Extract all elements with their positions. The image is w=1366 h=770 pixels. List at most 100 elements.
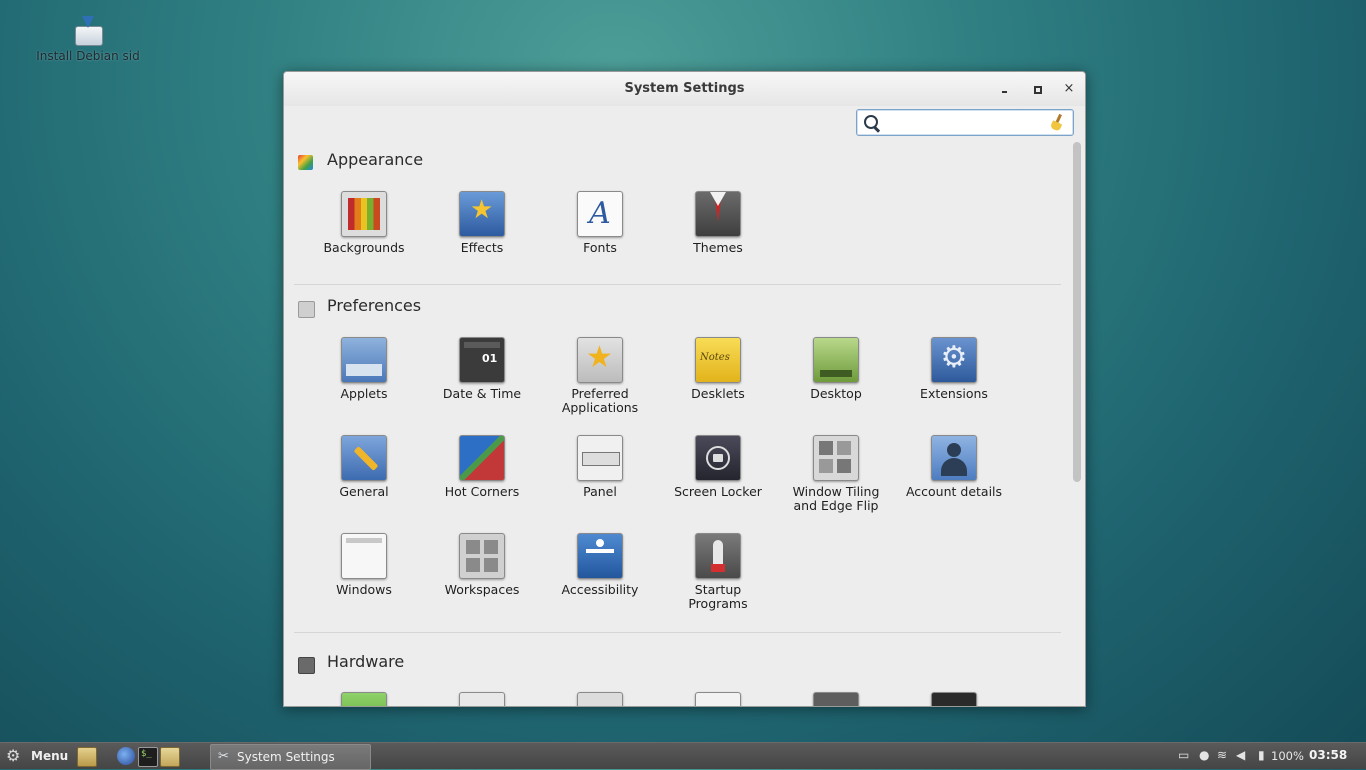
fonts-icon xyxy=(577,191,623,237)
settings-content: Appearance Backgrounds Effects Fonts The… xyxy=(284,138,1070,706)
themes-icon xyxy=(695,191,741,237)
item-date-time[interactable]: Date & Time xyxy=(423,337,541,401)
show-desktop-icon[interactable] xyxy=(77,747,97,767)
item-label: Startup Programs xyxy=(688,582,748,611)
search-icon xyxy=(864,115,878,129)
item-label: Window Tiling and Edge Flip xyxy=(792,484,880,513)
appearance-icon xyxy=(298,155,313,170)
item-label: Desklets xyxy=(691,386,745,401)
item-label: General xyxy=(339,484,389,499)
install-drive-icon xyxy=(72,16,104,46)
item-account-details[interactable]: Account details xyxy=(895,435,1013,499)
item-windows[interactable]: Windows xyxy=(305,533,423,597)
item-preferred-applications[interactable]: Preferred Applications xyxy=(541,337,659,415)
desktop-icon-label: Install Debian sid xyxy=(36,49,140,63)
minimize-button[interactable] xyxy=(996,80,1014,98)
item-hardware-6[interactable] xyxy=(895,692,1013,706)
item-workspaces[interactable]: Workspaces xyxy=(423,533,541,597)
task-label: System Settings xyxy=(237,750,335,764)
browser-launcher-icon[interactable] xyxy=(117,747,135,765)
hardware-item-icon xyxy=(341,692,387,706)
backgrounds-icon xyxy=(341,191,387,237)
wrench-icon xyxy=(341,435,387,481)
content-scrollbar[interactable] xyxy=(1073,142,1081,482)
user-icon xyxy=(931,435,977,481)
item-label: Date & Time xyxy=(442,386,522,401)
item-hardware-1[interactable] xyxy=(305,692,423,706)
tray-volume-icon[interactable]: ◀ xyxy=(1236,748,1245,762)
item-label: Themes xyxy=(693,240,743,255)
item-window-tiling[interactable]: Window Tiling and Edge Flip xyxy=(777,435,895,513)
preferences-icon xyxy=(298,301,315,318)
item-backgrounds[interactable]: Backgrounds xyxy=(305,191,423,255)
tiling-icon xyxy=(813,435,859,481)
tray-user-icon[interactable]: ● xyxy=(1199,748,1209,762)
item-hardware-5[interactable] xyxy=(777,692,895,706)
item-label: Effects xyxy=(460,240,504,255)
terminal-launcher-icon[interactable] xyxy=(138,747,158,767)
network-icon xyxy=(813,692,859,706)
desktop-icon-install-debian[interactable]: Install Debian sid xyxy=(30,16,146,63)
tray-battery-icon[interactable]: ▮ xyxy=(1258,748,1265,762)
item-extensions[interactable]: Extensions xyxy=(895,337,1013,401)
star-icon xyxy=(577,337,623,383)
item-desktop[interactable]: Desktop xyxy=(777,337,895,401)
item-label: Windows xyxy=(336,582,392,597)
item-hardware-3[interactable] xyxy=(541,692,659,706)
calendar-icon xyxy=(459,337,505,383)
item-hot-corners[interactable]: Hot Corners xyxy=(423,435,541,499)
item-accessibility[interactable]: Accessibility xyxy=(541,533,659,597)
printer-icon xyxy=(695,692,741,706)
menu-label: Menu xyxy=(31,749,69,763)
accessibility-icon xyxy=(577,533,623,579)
tray-wifi-icon[interactable]: ≋ xyxy=(1217,748,1227,762)
item-label: Backgrounds xyxy=(323,240,405,255)
item-screen-locker[interactable]: Screen Locker xyxy=(659,435,777,499)
item-desklets[interactable]: Desklets xyxy=(659,337,777,401)
files-launcher-icon[interactable] xyxy=(160,747,180,767)
item-label: Accessibility xyxy=(561,582,639,597)
system-settings-window: System Settings × Appearance Backgrounds… xyxy=(283,71,1086,707)
window-title: System Settings xyxy=(624,81,745,96)
panel-icon xyxy=(577,435,623,481)
battery-percent: 100% xyxy=(1271,749,1304,763)
item-label: Applets xyxy=(340,386,388,401)
section-divider xyxy=(294,632,1061,633)
window-titlebar[interactable]: System Settings × xyxy=(284,72,1085,106)
section-divider xyxy=(294,284,1061,285)
item-label: Account details xyxy=(905,484,1003,499)
item-startup-programs[interactable]: Startup Programs xyxy=(659,533,777,611)
item-effects[interactable]: Effects xyxy=(423,191,541,255)
item-hardware-4[interactable] xyxy=(659,692,777,706)
item-panel[interactable]: Panel xyxy=(541,435,659,499)
rocket-icon xyxy=(695,533,741,579)
close-button[interactable]: × xyxy=(1060,80,1078,98)
item-label: Hot Corners xyxy=(444,484,520,499)
taskbar-window-system-settings[interactable]: ✂ System Settings xyxy=(210,744,371,770)
clock[interactable]: 03:58 xyxy=(1309,748,1347,762)
item-label: Fonts xyxy=(583,240,617,255)
item-label: Preferred Applications xyxy=(561,386,639,415)
gear-icon xyxy=(931,337,977,383)
search-box xyxy=(856,109,1074,136)
search-input[interactable] xyxy=(887,113,1041,133)
applets-icon xyxy=(341,337,387,383)
item-general[interactable]: General xyxy=(305,435,423,499)
section-title: Preferences xyxy=(327,296,422,315)
effects-icon xyxy=(459,191,505,237)
menu-gear-icon: ⚙ xyxy=(6,746,21,765)
item-themes[interactable]: Themes xyxy=(659,191,777,255)
display-icon xyxy=(931,692,977,706)
item-applets[interactable]: Applets xyxy=(305,337,423,401)
desktop-icon xyxy=(813,337,859,383)
clear-search-icon[interactable] xyxy=(1049,114,1065,131)
item-hardware-2[interactable] xyxy=(423,692,541,706)
section-title: Hardware xyxy=(327,652,405,671)
section-title: Appearance xyxy=(327,150,424,169)
item-label: Extensions xyxy=(920,386,988,401)
mouse-icon xyxy=(577,692,623,706)
item-fonts[interactable]: Fonts xyxy=(541,191,659,255)
maximize-button[interactable] xyxy=(1028,80,1046,98)
tray-window-icon[interactable]: ▭ xyxy=(1178,748,1189,762)
item-label: Desktop xyxy=(810,386,862,401)
